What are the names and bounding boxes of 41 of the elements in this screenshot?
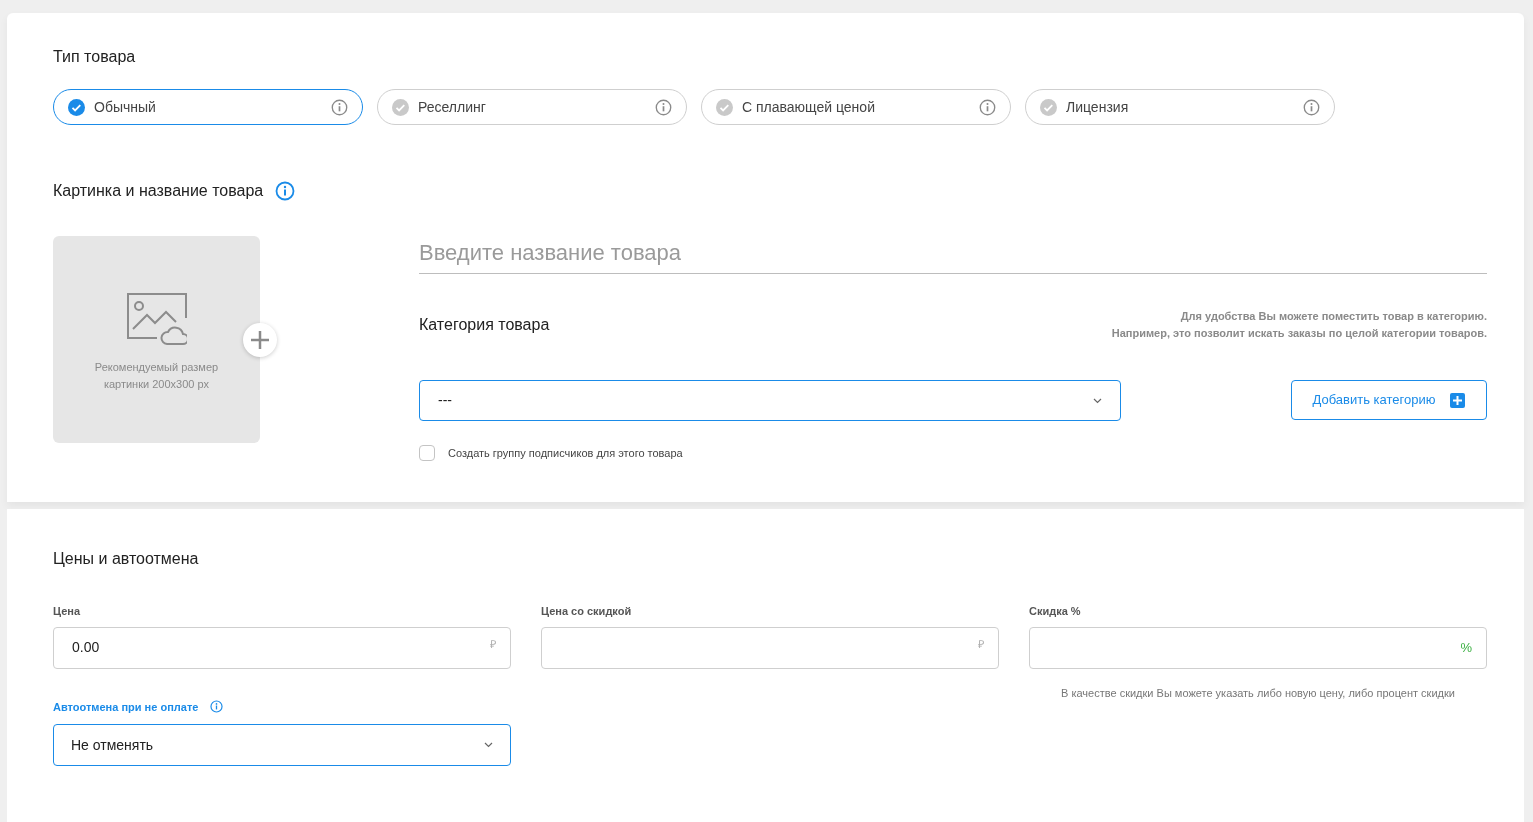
select-value: Не отменять <box>71 735 154 755</box>
section-title: Картинка и название товара <box>53 181 264 201</box>
price-field[interactable]: 0.00 ₽ <box>53 626 511 669</box>
info-icon <box>1303 98 1320 116</box>
plus-icon <box>250 330 270 350</box>
category-hint: Например, это позволит искать заказы по целой категории товаров. <box>1111 326 1487 341</box>
check-icon <box>716 98 733 116</box>
chevron-down-icon <box>484 742 493 748</box>
info-icon <box>655 98 672 116</box>
image-size-hint: Рекомендуемый размер картинки 200x300 px <box>93 360 220 392</box>
category-select[interactable]: --- <box>419 380 1121 421</box>
field-label: Цена со скидкой <box>541 603 633 619</box>
select-value: --- <box>438 391 452 410</box>
info-icon <box>979 98 996 116</box>
add-category-button[interactable]: Добавить категорию <box>1291 380 1487 420</box>
plus-icon <box>1450 392 1466 408</box>
check-icon <box>1040 98 1057 116</box>
check-icon <box>68 98 85 116</box>
checkbox[interactable] <box>419 445 435 462</box>
discount-hint: В качестве скидки Вы можете указать либо новую цену, либо процент скидки <box>1060 685 1456 701</box>
unit-suffix: ₽ <box>978 636 984 652</box>
section-title: Цены и автоотмена <box>53 548 200 569</box>
check-icon <box>392 98 409 116</box>
field-value: 0.00 <box>72 638 100 657</box>
section-title: Тип товара <box>53 47 137 67</box>
info-icon[interactable] <box>275 181 296 201</box>
category-title: Категория товара <box>419 315 550 335</box>
unit-suffix: % <box>1460 638 1472 657</box>
category-hint: Для удобства Вы можете поместить товар в категорию. <box>1180 309 1487 324</box>
product-name-field[interactable]: Введите название товара <box>419 236 1487 274</box>
info-icon <box>331 98 348 116</box>
field-label: Автоотмена при не оплате <box>53 699 199 715</box>
info-icon[interactable] <box>210 700 224 714</box>
autocancel-select[interactable]: Не отменять <box>53 724 511 766</box>
field-label: Цена <box>53 603 82 619</box>
chevron-down-icon <box>1093 397 1102 404</box>
unit-suffix: ₽ <box>490 636 496 652</box>
add-image-button[interactable] <box>243 323 277 357</box>
image-icon <box>126 293 187 345</box>
checkbox-label: Создать группу подписчиков для этого товара <box>448 446 683 461</box>
field-label: Скидка % <box>1029 603 1082 619</box>
